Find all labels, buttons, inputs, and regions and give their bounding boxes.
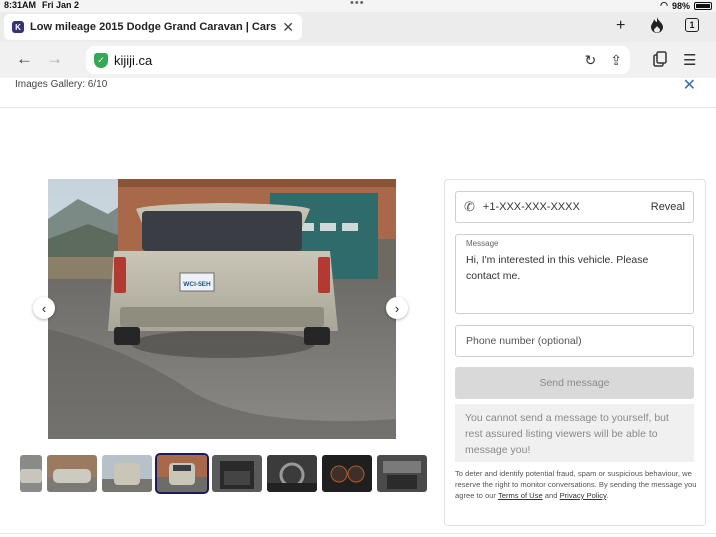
kijiji-favicon-icon: K bbox=[12, 21, 24, 33]
phone-number-input[interactable] bbox=[455, 325, 694, 357]
battery-percent: 98% bbox=[671, 0, 690, 11]
minivan-photo: WCI-5EH bbox=[48, 179, 396, 439]
thumbnail[interactable] bbox=[212, 455, 262, 492]
message-label: Message bbox=[466, 239, 499, 248]
phone-icon: ✆ bbox=[464, 199, 475, 214]
multitasking-dots-icon[interactable]: ••• bbox=[350, 0, 365, 9]
tab-count-button[interactable]: 1 bbox=[685, 18, 699, 32]
tab-title: Low mileage 2015 Dodge Grand Caravan | C… bbox=[30, 21, 277, 33]
message-field[interactable]: Message Hi, I'm interested in this vehic… bbox=[455, 234, 694, 314]
fire-icon[interactable] bbox=[650, 17, 664, 38]
previous-image-button[interactable]: ‹ bbox=[33, 297, 55, 319]
thumbnail-strip bbox=[20, 453, 427, 494]
reveal-button[interactable]: Reveal bbox=[651, 201, 685, 213]
legal-and: and bbox=[542, 491, 560, 500]
battery-icon bbox=[694, 1, 712, 10]
thumbnail[interactable] bbox=[102, 455, 152, 492]
self-message-notice: You cannot send a message to yourself, b… bbox=[455, 404, 694, 462]
privacy-policy-link[interactable]: Privacy Policy bbox=[560, 491, 607, 500]
close-gallery-icon[interactable]: ✕ bbox=[683, 75, 696, 95]
thumbnail[interactable] bbox=[20, 455, 42, 492]
thumbnail[interactable] bbox=[377, 455, 427, 492]
navigation-bar: ← → ✓ kijiji.ca ↻ ⇪ ☰ bbox=[0, 42, 716, 78]
status-time: 8:31AM bbox=[4, 0, 37, 10]
message-text[interactable]: Hi, I'm interested in this vehicle. Plea… bbox=[466, 252, 683, 284]
next-image-button[interactable]: › bbox=[386, 297, 408, 319]
new-tab-icon[interactable]: + bbox=[616, 17, 625, 35]
status-bar: 8:31AM Fri Jan 2 ••• ◠ 98% bbox=[0, 0, 716, 12]
wifi-icon: ◠ bbox=[660, 0, 668, 10]
menu-icon[interactable]: ☰ bbox=[683, 51, 696, 69]
close-tab-icon[interactable]: ✕ bbox=[282, 19, 294, 36]
phone-reveal-box: ✆ +1-XXX-XXX-XXXX Reveal bbox=[455, 191, 694, 223]
secure-shield-icon: ✓ bbox=[94, 52, 108, 68]
share-icon[interactable]: ⇪ bbox=[610, 52, 622, 69]
thumbnail[interactable] bbox=[322, 455, 372, 492]
address-bar[interactable]: ✓ kijiji.ca ↻ ⇪ bbox=[86, 46, 630, 74]
url-text[interactable]: kijiji.ca bbox=[114, 53, 571, 68]
terms-of-use-link[interactable]: Terms of Use bbox=[498, 491, 543, 500]
gallery-header: Images Gallery: 6/10 ✕ bbox=[0, 75, 716, 108]
contact-seller-panel: ✆ +1-XXX-XXX-XXXX Reveal Message Hi, I'm… bbox=[444, 179, 706, 526]
gallery-counter: Images Gallery: 6/10 bbox=[15, 79, 108, 90]
legal-disclaimer: To deter and identify potential fraud, s… bbox=[455, 468, 699, 501]
status-date: Fri Jan 2 bbox=[42, 0, 80, 10]
thumbnail[interactable] bbox=[47, 455, 97, 492]
tab-bar: K Low mileage 2015 Dodge Grand Caravan |… bbox=[0, 12, 716, 42]
forward-arrow-icon[interactable]: → bbox=[46, 49, 63, 69]
browser-tab[interactable]: K Low mileage 2015 Dodge Grand Caravan |… bbox=[4, 14, 302, 40]
send-message-button[interactable]: Send message bbox=[455, 367, 694, 399]
reload-icon[interactable]: ↻ bbox=[585, 52, 597, 69]
main-photo[interactable]: WCI-5EH bbox=[48, 179, 396, 439]
status-indicators: ◠ 98% bbox=[660, 0, 712, 11]
masked-phone-number: +1-XXX-XXX-XXXX bbox=[482, 201, 580, 213]
legal-end: . bbox=[606, 491, 609, 500]
back-arrow-icon[interactable]: ← bbox=[16, 49, 33, 69]
license-plate-text: WCI-5EH bbox=[183, 281, 211, 288]
tabs-overview-icon[interactable] bbox=[653, 51, 667, 71]
thumbnail[interactable] bbox=[267, 455, 317, 492]
divider bbox=[0, 533, 716, 534]
thumbnail-active[interactable] bbox=[155, 453, 209, 494]
